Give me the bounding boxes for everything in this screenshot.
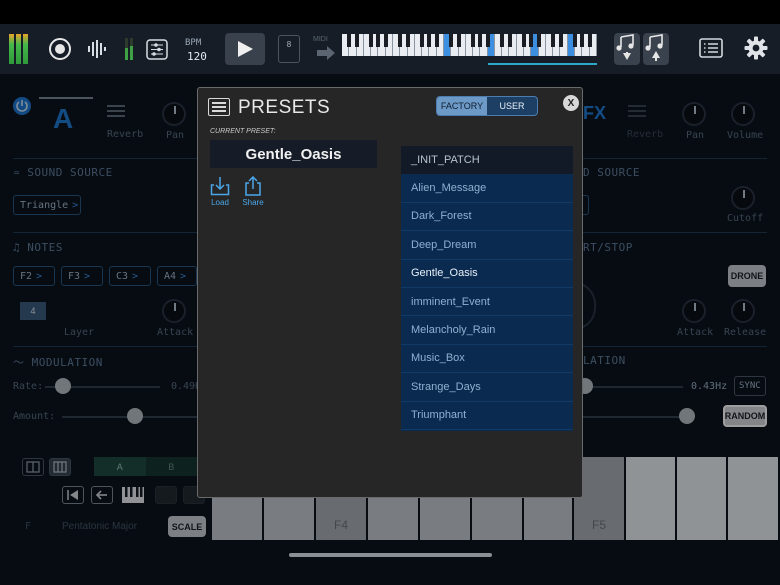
mini-black-key[interactable] <box>420 34 425 47</box>
mini-black-key[interactable] <box>551 34 556 47</box>
mini-black-key[interactable] <box>405 34 410 47</box>
share-label: Share <box>242 198 264 207</box>
mini-black-key[interactable] <box>471 34 476 47</box>
status-bar <box>0 0 780 24</box>
mini-black-key[interactable] <box>398 34 403 47</box>
tab-factory[interactable]: FACTORY <box>437 97 487 115</box>
bpm-label: BPM <box>185 38 202 48</box>
mini-black-key[interactable] <box>354 34 359 47</box>
mini-black-key[interactable] <box>580 34 585 47</box>
octave-down-button[interactable] <box>614 33 640 65</box>
preset-item[interactable]: Strange_Days <box>401 373 573 402</box>
presets-dialog: PRESETS FACTORY USER X CURRENT PRESET: G… <box>197 87 583 498</box>
key-range-indicator <box>488 63 597 65</box>
mini-black-key[interactable] <box>383 34 388 47</box>
preset-item[interactable]: Dark_Forest <box>401 203 573 232</box>
current-preset-label: CURRENT PRESET: <box>210 128 276 135</box>
mini-black-key[interactable] <box>507 34 512 47</box>
list-icon <box>699 38 723 58</box>
mini-black-key[interactable] <box>456 34 461 47</box>
mini-black-key[interactable] <box>427 34 432 47</box>
mini-black-key[interactable] <box>434 34 439 47</box>
load-button[interactable]: Load <box>205 176 235 207</box>
mini-black-key[interactable] <box>376 34 381 47</box>
level-meter-left <box>9 34 14 64</box>
download-icon <box>210 177 230 196</box>
record-button[interactable] <box>47 36 73 62</box>
mini-black-key[interactable] <box>529 34 534 47</box>
tab-user[interactable]: USER <box>487 97 537 115</box>
load-label: Load <box>211 198 229 207</box>
preset-item[interactable]: imminent_Event <box>401 288 573 317</box>
mixer-button[interactable] <box>122 34 170 64</box>
mini-black-key[interactable] <box>587 34 592 47</box>
sync-counter-value: 8 <box>286 40 292 49</box>
midi-icon[interactable]: MIDI <box>313 36 337 62</box>
home-indicator[interactable] <box>289 553 492 557</box>
synth-app: BPM 120 8 MIDI A Reverb Pan FX Reverb Pa… <box>0 0 780 585</box>
current-preset-box: Gentle_Oasis <box>210 140 377 168</box>
top-toolbar: BPM 120 8 MIDI <box>0 24 780 74</box>
preset-item[interactable]: Deep_Dream <box>401 231 573 260</box>
mini-black-key[interactable] <box>369 34 374 47</box>
current-preset-name: Gentle_Oasis <box>245 145 342 163</box>
level-meter-center <box>16 34 21 64</box>
settings-button[interactable] <box>744 36 768 60</box>
preset-item[interactable]: Alien_Message <box>401 174 573 203</box>
close-button[interactable]: X <box>563 95 579 111</box>
mini-black-key[interactable] <box>478 34 483 47</box>
waveform-icon <box>88 40 106 58</box>
mini-black-key[interactable] <box>449 34 454 47</box>
mini-black-key[interactable] <box>573 34 578 47</box>
gear-icon <box>744 36 768 60</box>
share-icon <box>245 176 261 196</box>
play-icon <box>238 41 253 57</box>
mini-black-key[interactable] <box>500 34 505 47</box>
list-icon <box>208 98 230 116</box>
bpm-value[interactable]: 120 <box>187 50 207 63</box>
share-button[interactable]: Share <box>238 176 268 207</box>
mini-keyboard[interactable] <box>342 34 597 56</box>
mini-black-key[interactable] <box>347 34 352 47</box>
play-button[interactable] <box>225 33 265 65</box>
mixer-icon <box>125 38 168 60</box>
record-icon <box>49 38 71 60</box>
preset-item[interactable]: Triumphant <box>401 402 573 430</box>
preset-source-toggle: FACTORY USER <box>436 96 538 116</box>
note-down-icon <box>616 34 634 60</box>
menu-list-button[interactable] <box>699 38 723 58</box>
dialog-title: PRESETS <box>238 97 331 118</box>
note-up-icon <box>645 34 663 61</box>
preset-item[interactable]: Music_Box <box>401 345 573 374</box>
preset-item[interactable]: Melancholy_Rain <box>401 316 573 345</box>
sync-counter[interactable]: 8 <box>278 35 300 63</box>
preset-item-selected[interactable]: Gentle_Oasis <box>401 260 573 288</box>
preset-list[interactable]: _INIT_PATCH Alien_Message Dark_Forest Deep_… <box>401 146 573 431</box>
midi-label: MIDI <box>313 36 328 43</box>
octave-up-button[interactable] <box>643 33 669 65</box>
preset-item[interactable]: _INIT_PATCH <box>401 146 573 175</box>
mini-black-key[interactable] <box>522 34 527 47</box>
level-meter-right <box>23 34 28 64</box>
mini-black-key[interactable] <box>536 34 541 47</box>
mini-black-key[interactable] <box>558 34 563 47</box>
mini-black-key[interactable] <box>485 34 490 47</box>
waveform-button[interactable] <box>84 36 110 62</box>
